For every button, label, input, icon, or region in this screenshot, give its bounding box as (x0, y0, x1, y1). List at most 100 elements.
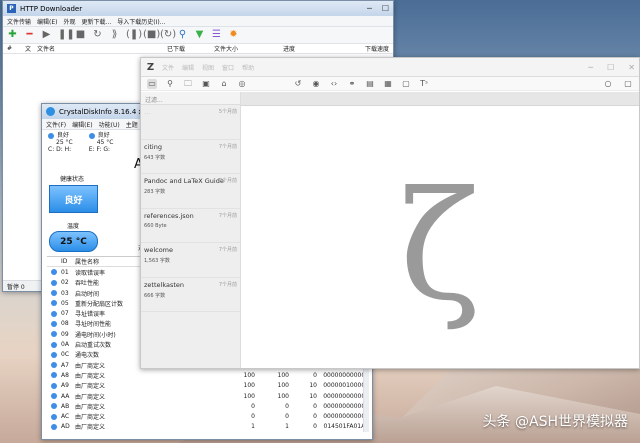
temperature-badge: 25 °C (49, 231, 98, 252)
col-number[interactable]: # (3, 45, 21, 52)
file-list-item[interactable]: … 5个月前 (141, 105, 240, 140)
comment-icon[interactable]: ▢ (401, 79, 411, 89)
col-speed[interactable]: 下载速度 (361, 44, 389, 53)
minimize-icon[interactable]: ─ (367, 4, 372, 13)
temperature-label: 温度 (67, 223, 80, 230)
start-all-icon[interactable]: ⟫ (109, 30, 120, 40)
stop-all-icon[interactable]: (■) (143, 30, 160, 40)
search-icon[interactable]: ⚲ (177, 30, 188, 40)
menu-file[interactable]: 文件 (162, 63, 174, 72)
stop-icon[interactable]: ■ (75, 30, 86, 40)
attribute-name: 由厂商定义 (75, 403, 106, 411)
menu-update-downloads[interactable]: 更新下载... (82, 17, 112, 26)
attribute-id: 09 (61, 330, 69, 338)
status-dot-icon (47, 290, 61, 297)
table-row[interactable]: A9 由厂商定义 100 100 10 000000100002 (47, 381, 369, 391)
preview-eye-icon[interactable]: ◉ (311, 79, 321, 89)
menu-file-transfer[interactable]: 文件传输 (7, 17, 31, 26)
restart-icon[interactable]: ↻ (92, 30, 103, 40)
health-status-badge[interactable]: 良好 (49, 185, 98, 213)
menu-help[interactable]: 帮助 (242, 63, 254, 72)
current-value: 0 (251, 402, 255, 410)
attribute-name: 由厂商定义 (75, 383, 106, 391)
col-filename[interactable]: 文件名 (33, 44, 163, 53)
status-dot-icon (47, 341, 61, 348)
file-date: 5个月前 (218, 109, 237, 115)
drive-tab-2[interactable]: 良好 45 °C E: F: G: (88, 132, 113, 155)
list-icon[interactable]: ☰ (211, 30, 222, 40)
file-list-item[interactable]: Pandoc and LaTeX Guide 283 字数 7个月前 (141, 174, 240, 209)
target-icon[interactable]: ◎ (237, 79, 247, 89)
start-icon[interactable]: ▶ (41, 30, 52, 40)
file-list-item[interactable]: references.json 660 Byte 7个月前 (141, 209, 240, 243)
remove-icon[interactable]: ━ (24, 30, 35, 40)
col-progress[interactable]: 进度 (279, 44, 361, 53)
status-dot-icon (47, 393, 61, 399)
status-dot-icon (47, 362, 61, 369)
menu-appearance[interactable]: 外观 (64, 17, 76, 26)
link-icon[interactable]: ⚭ (347, 79, 357, 89)
table-row[interactable]: A8 由厂商定义 100 100 0 000000000000 (47, 370, 369, 380)
minimize-icon[interactable]: ─ (588, 63, 593, 72)
add-icon[interactable]: ✚ (7, 30, 18, 40)
menu-view[interactable]: 视图 (202, 63, 214, 72)
editor-area[interactable]: ζ (241, 92, 639, 368)
refresh-icon[interactable]: ↺ (293, 79, 303, 89)
table-row[interactable]: AD 由厂商定义 1 1 0 014501FA01A2 (47, 422, 369, 432)
file-meta: 660 Byte (144, 222, 167, 229)
table-row[interactable]: AB 由厂商定义 0 0 0 000000000000 (47, 401, 369, 411)
pomodoro-icon[interactable]: ○ (603, 79, 613, 89)
table-row[interactable]: AC 由厂商定义 0 0 0 000000000000 (47, 411, 369, 421)
pause-icon[interactable]: ❚❚ (58, 30, 75, 40)
fullscreen-icon[interactable]: ▢ (623, 79, 633, 89)
threshold-value: 0 (313, 423, 317, 431)
menu-function[interactable]: 功能(U) (99, 120, 120, 129)
http-downloader-titlebar[interactable]: P HTTP Downloader ─ ☐ (3, 1, 393, 16)
toggle-sidebar-icon[interactable]: ▭ (147, 78, 157, 89)
image-icon[interactable]: ▣ (201, 79, 211, 89)
menu-import-history[interactable]: 导入下载历史(I)... (117, 17, 165, 26)
table-row[interactable]: AA 由厂商定义 100 100 10 000000000000 (47, 391, 369, 401)
file-date: 7个月前 (218, 281, 237, 288)
menu-edit[interactable]: 编辑(E) (72, 120, 92, 129)
zettlr-logo-icon: Z (146, 61, 155, 73)
maximize-icon[interactable]: ☐ (607, 63, 614, 72)
zettlr-titlebar[interactable]: Z 文件 编辑 视图 窗口 帮助 ─ ☐ ✕ (141, 58, 639, 77)
menu-file[interactable]: 文件(F) (46, 120, 66, 129)
open-folder-icon[interactable]: 🗀 (183, 79, 193, 89)
menu-edit[interactable]: 编辑(E) (37, 17, 57, 26)
table-icon[interactable]: ▦ (383, 79, 393, 89)
drive-tab-1[interactable]: 良好 25 °C C: D: H: (48, 132, 73, 155)
restart-all-icon[interactable]: (↻) (160, 30, 176, 40)
tag-icon[interactable]: ⌂ (219, 79, 229, 89)
file-list-item[interactable]: welcome 1,563 字数 7个月前 (141, 243, 240, 278)
settings-icon[interactable]: ✹ (228, 30, 239, 40)
pause-all-icon[interactable]: (❚) (126, 30, 142, 40)
menu-edit[interactable]: 编辑 (182, 63, 194, 72)
file-list-item[interactable]: citing 643 字数 7个月前 (141, 140, 240, 174)
app-icon: P (7, 4, 16, 13)
app-icon (46, 107, 55, 116)
status-dot-icon (47, 320, 61, 327)
status-dot-icon (47, 372, 61, 379)
code-icon[interactable]: ‹› (329, 79, 339, 89)
menu-theme[interactable]: 主题 (126, 120, 138, 129)
filter-icon[interactable]: ▼ (194, 30, 205, 40)
toolbar: ✚ ━ ▶ ❚❚ ■ ↻ ⟫ (❚) (■) (↻) ⚲ ▼ ☰ ✹ (3, 27, 393, 44)
maximize-icon[interactable]: ☐ (382, 4, 389, 13)
search-icon[interactable]: ⚲ (165, 79, 175, 89)
threshold-value: 0 (313, 413, 317, 421)
col-downloaded[interactable]: 已下载 (163, 44, 210, 53)
close-icon[interactable]: ✕ (628, 63, 635, 72)
file-list-item[interactable]: zettelkasten 666 字数 7个月前 (141, 278, 240, 312)
filter-input[interactable]: 过滤... (141, 92, 240, 105)
attribute-id: 07 (61, 310, 69, 318)
col-filesize[interactable]: 文件大小 (210, 44, 279, 53)
menu-window[interactable]: 窗口 (222, 63, 234, 72)
insert-image-icon[interactable]: ▤ (365, 79, 375, 89)
col-type[interactable]: 文 (21, 44, 33, 53)
file-meta: 643 字数 (144, 154, 166, 161)
current-value: 0 (251, 413, 255, 421)
superscript-icon[interactable]: Tˢ (419, 79, 429, 89)
col-id[interactable]: ID (61, 258, 75, 265)
